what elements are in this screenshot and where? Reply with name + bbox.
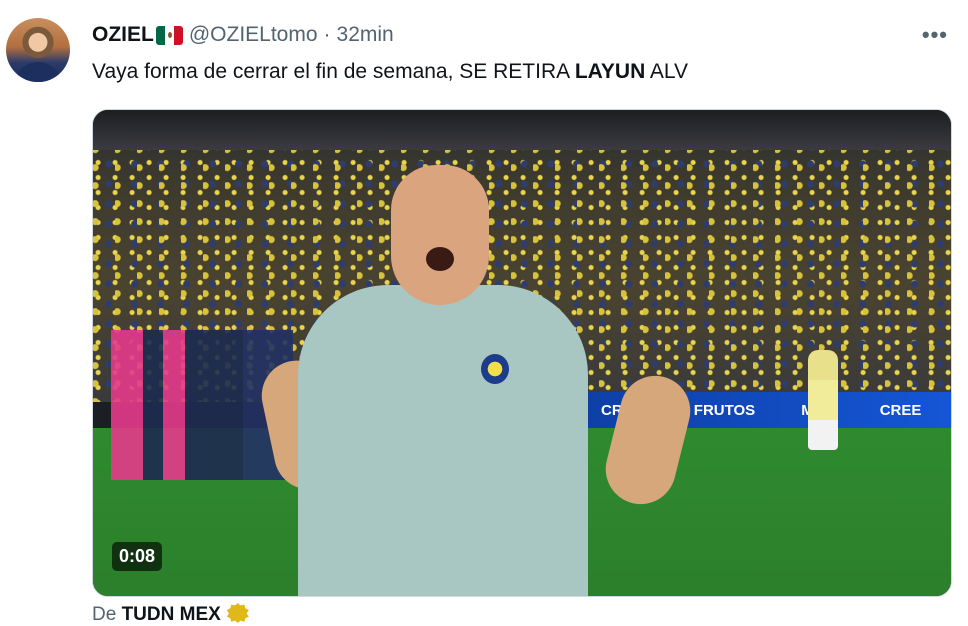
author-handle[interactable]: @OZIELtomo [189, 23, 318, 47]
more-options-icon[interactable]: ••• [922, 22, 948, 48]
video-duration: 0:08 [112, 542, 163, 571]
tweet-header: OZIEL @OZIELtomo · 32min [92, 22, 394, 48]
source-name[interactable]: TUDN MEX [122, 604, 221, 625]
tweet-text-part2: ALV [645, 60, 689, 83]
avatar-image [14, 62, 62, 82]
coach-head [391, 165, 489, 305]
banner-text-3: CREE [879, 401, 922, 419]
timestamp[interactable]: 32min [337, 23, 394, 47]
video-source[interactable]: De TUDN MEX [92, 603, 249, 626]
club-crest-icon [481, 354, 509, 384]
stadium-roof [93, 110, 951, 150]
avatar[interactable] [6, 18, 70, 82]
verified-badge-icon [226, 603, 249, 623]
coach-mouth [426, 247, 454, 271]
coach-shirt [298, 285, 588, 596]
tweet-text: Vaya forma de cerrar el fin de semana, S… [92, 60, 688, 84]
source-prefix: De [92, 604, 117, 625]
author-name[interactable]: OZIEL [92, 23, 154, 47]
player-right [808, 350, 838, 450]
mexico-flag-icon [155, 25, 183, 45]
tweet-text-part1: Vaya forma de cerrar el fin de semana, S… [92, 60, 575, 83]
separator: · [323, 23, 331, 46]
tweet-text-bold: LAYUN [574, 60, 646, 83]
video-player[interactable]: CRECIENDA FRUTOS MEX CREE [92, 109, 952, 597]
